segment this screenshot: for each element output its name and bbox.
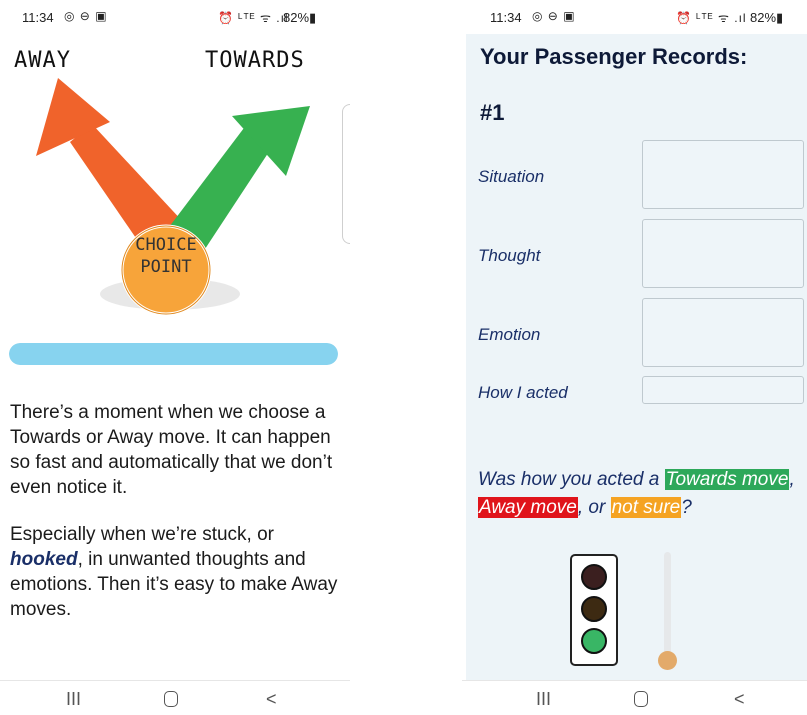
- choice-arrows-graphic: [36, 78, 310, 316]
- signal-icons: ⏰ ᴸᵀᴱ ᯤ .ıl: [676, 11, 747, 25]
- choice-point-screen: 11:34 ◎ ⊖ ▣ ⏰ ᴸᵀᴱ ᯤ .ıl 82%▮ AWAY TOWARD…: [0, 0, 350, 715]
- status-time: 11:34: [22, 10, 54, 25]
- towards-label: TOWARDS: [205, 48, 305, 73]
- status-bar: 11:34 ◎ ⊖ ▣ ⏰ ᴸᵀᴱ ᯤ .ıl 82%▮: [0, 0, 350, 34]
- amber-light-icon: [581, 596, 607, 622]
- choice-point-label: CHOICE POINT: [122, 234, 210, 278]
- emotion-field[interactable]: [642, 298, 804, 367]
- thought-field[interactable]: [642, 219, 804, 288]
- situation-label: Situation: [478, 167, 545, 186]
- thought-label: Thought: [478, 246, 541, 265]
- page-title: Your Passenger Records:: [480, 44, 748, 69]
- question-separator: ,: [789, 469, 795, 490]
- paragraph-text: Especially when we’re stuck, or: [10, 524, 274, 545]
- hooked-link[interactable]: hooked: [10, 549, 78, 570]
- passenger-record-form: Your Passenger Records: #1 Situation Tho…: [466, 34, 807, 681]
- away-label: AWAY: [14, 48, 71, 73]
- question-separator: , or: [577, 497, 611, 518]
- lesson-paragraph-1: There’s a moment when we choose a Toward…: [10, 402, 333, 498]
- away-move-option[interactable]: Away move: [478, 497, 578, 518]
- system-navigation-bar: III <: [462, 680, 807, 715]
- progress-fill: [9, 343, 338, 365]
- green-light-icon: [581, 628, 607, 654]
- lesson-text: There’s a moment when we choose a Toward…: [10, 400, 345, 644]
- status-bar: 11:34 ◎ ⊖ ▣ ⏰ ᴸᵀᴱ ᯤ .ıl 82%▮: [462, 0, 807, 34]
- battery-indicator: 82%▮: [750, 10, 784, 25]
- choice-point-line2: POINT: [140, 257, 192, 277]
- situation-field[interactable]: [642, 140, 804, 209]
- question-text: Was how you acted a: [478, 469, 665, 490]
- system-navigation-bar: III <: [0, 680, 350, 715]
- towards-move-option[interactable]: Towards move: [664, 469, 790, 490]
- battery-indicator: 82%▮: [283, 10, 317, 25]
- towards-arrow-icon: [160, 106, 310, 249]
- how-i-acted-field[interactable]: [642, 376, 804, 404]
- lesson-paragraph-2: Especially when we’re stuck, or hooked, …: [10, 522, 345, 622]
- emotion-label: Emotion: [478, 325, 541, 344]
- question-text: ?: [681, 497, 692, 518]
- progress-bar: [9, 343, 338, 365]
- move-question: Was how you acted a Towards move, Away m…: [478, 466, 798, 522]
- move-slider-thumb[interactable]: [658, 651, 677, 670]
- status-time: 11:34: [490, 10, 522, 25]
- record-number: #1: [480, 100, 505, 125]
- home-icon[interactable]: [634, 691, 648, 707]
- choice-point-line1: CHOICE: [135, 235, 197, 255]
- notification-icons: ◎ ⊖ ▣: [532, 9, 576, 23]
- notification-icons: ◎ ⊖ ▣: [64, 9, 108, 23]
- home-icon[interactable]: [164, 691, 178, 707]
- recents-icon[interactable]: III: [536, 689, 551, 710]
- not-sure-option[interactable]: not sure: [610, 497, 682, 518]
- edge-panel-handle[interactable]: [342, 104, 350, 244]
- choice-point-diagram: AWAY TOWARDS CHOICE POINT: [0, 34, 350, 334]
- recents-icon[interactable]: III: [66, 689, 81, 710]
- away-arrow-icon: [36, 78, 185, 244]
- red-light-icon: [581, 564, 607, 590]
- passenger-records-screen: 11:34 ◎ ⊖ ▣ ⏰ ᴸᵀᴱ ᯤ .ıl 82%▮ Your Passen…: [462, 0, 807, 715]
- move-slider[interactable]: [664, 552, 671, 664]
- back-icon[interactable]: <: [734, 689, 745, 710]
- how-i-acted-label: How I acted: [478, 383, 568, 402]
- signal-icons: ⏰ ᴸᵀᴱ ᯤ .ıl: [218, 11, 289, 25]
- traffic-light-icon: [570, 554, 618, 666]
- back-icon[interactable]: <: [266, 689, 277, 710]
